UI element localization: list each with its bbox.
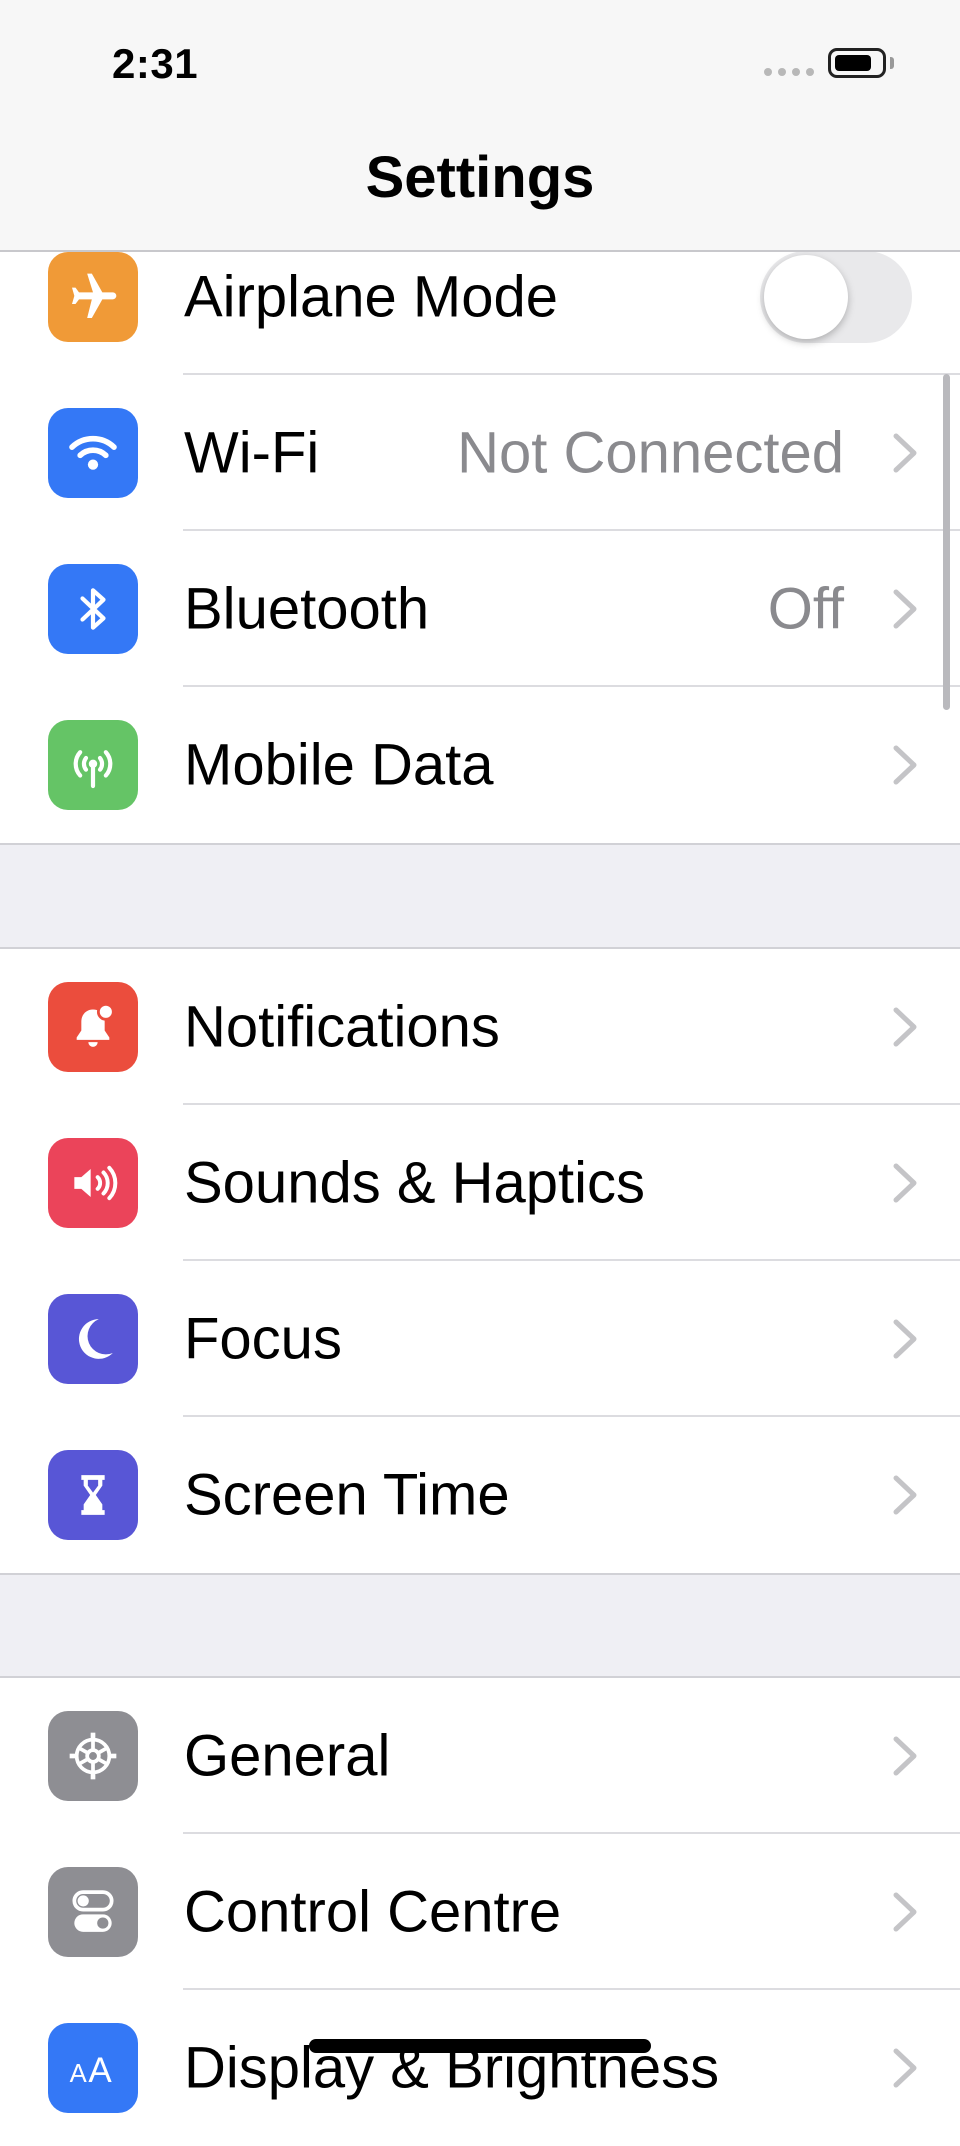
chevron-right-icon [893, 1892, 917, 1932]
airplane-mode-toggle[interactable] [760, 251, 912, 343]
settings-row-label: General [184, 1723, 391, 1789]
status-bar: 2:31 [0, 0, 960, 130]
page-title: Settings [365, 145, 595, 210]
wifi-status: Not Connected [457, 420, 844, 486]
wifi-icon [48, 408, 138, 498]
settings-row-label: Bluetooth [184, 576, 430, 642]
settings-row-sounds-haptics[interactable]: Sounds & Haptics [0, 1105, 960, 1261]
settings-row-bluetooth[interactable]: Bluetooth Off [0, 531, 960, 687]
settings-row-wifi[interactable]: Wi-Fi Not Connected [0, 375, 960, 531]
antenna-icon [48, 720, 138, 810]
gear-icon [48, 1711, 138, 1801]
settings-row-screen-time[interactable]: Screen Time [0, 1417, 960, 1573]
chevron-right-icon [893, 1319, 917, 1359]
settings-group-general: General Control Centre AA Display & Brig… [0, 1676, 960, 2146]
speaker-icon [48, 1138, 138, 1228]
settings-group-notifications: Notifications Sounds & Haptics Focus Scr… [0, 947, 960, 1575]
moon-icon [48, 1294, 138, 1384]
bluetooth-status: Off [767, 576, 844, 642]
settings-row-general[interactable]: General [0, 1678, 960, 1834]
hourglass-icon [48, 1450, 138, 1540]
airplane-icon [48, 252, 138, 342]
text-size-icon: AA [48, 2023, 138, 2113]
status-time: 2:31 [112, 40, 199, 87]
svg-text:A: A [70, 2060, 88, 2088]
settings-row-label: Mobile Data [184, 732, 494, 798]
chevron-right-icon [893, 1475, 917, 1515]
switches-icon [48, 1867, 138, 1957]
chevron-right-icon [893, 745, 917, 785]
battery-icon [828, 48, 886, 78]
settings-row-label: Sounds & Haptics [184, 1150, 646, 1216]
settings-row-notifications[interactable]: Notifications [0, 949, 960, 1105]
svg-text:A: A [88, 2051, 112, 2090]
chevron-right-icon [893, 1163, 917, 1203]
bluetooth-icon [48, 564, 138, 654]
settings-row-label: Screen Time [184, 1462, 510, 1528]
chevron-right-icon [893, 589, 917, 629]
settings-group-connectivity: Airplane Mode Wi-Fi Not Connected Blueto… [0, 219, 960, 845]
settings-row-label: Focus [184, 1306, 342, 1372]
settings-row-control-centre[interactable]: Control Centre [0, 1834, 960, 1990]
settings-row-label: Notifications [184, 994, 500, 1060]
chevron-right-icon [893, 433, 917, 473]
home-indicator[interactable] [309, 2039, 651, 2053]
settings-row-mobile-data[interactable]: Mobile Data [0, 687, 960, 843]
chevron-right-icon [893, 2048, 917, 2088]
chevron-right-icon [893, 1736, 917, 1776]
settings-row-label: Wi-Fi [184, 420, 320, 486]
bell-icon [48, 982, 138, 1072]
signal-icon [764, 68, 814, 76]
settings-row-label: Airplane Mode [184, 264, 558, 330]
settings-row-display-brightness[interactable]: AA Display & Brightness [0, 1990, 960, 2146]
settings-row-focus[interactable]: Focus [0, 1261, 960, 1417]
settings-row-label: Control Centre [184, 1879, 562, 1945]
navigation-bar: Settings [0, 130, 960, 252]
chevron-right-icon [893, 1007, 917, 1047]
scrollbar[interactable] [943, 374, 950, 710]
